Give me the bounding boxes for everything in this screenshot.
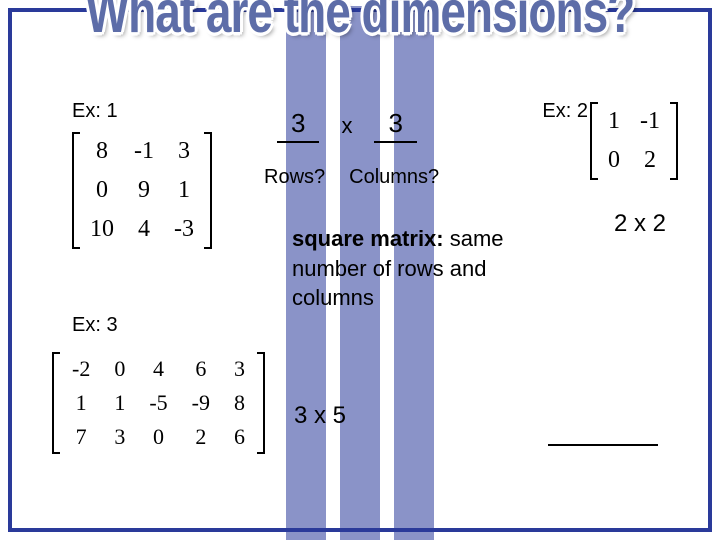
dimension-x: x [341,113,352,139]
matrix-cell: 0 [137,420,179,454]
matrix-cell: 6 [180,352,222,386]
title-text: What are the dimensions? [86,0,635,46]
rows-label: Rows? [264,166,325,189]
matrix-cell: 10 [80,210,124,249]
slide-frame: What are the dimensions? Ex: 1 Ex: 2 Ex:… [8,8,712,532]
matrix-cell: 0 [80,171,124,210]
matrix-cell: 1 [60,386,102,420]
slide-content: Ex: 1 Ex: 2 Ex: 3 8-13091104-3 1-102 -20… [12,12,708,528]
dimension-cols-value: 3 [374,108,416,143]
matrix-cell: -5 [137,386,179,420]
matrix-cell: 3 [164,132,204,171]
matrix-cell: 2 [180,420,222,454]
matrix-cell: -9 [180,386,222,420]
matrix-example-1: 8-13 091 104-3 [72,132,212,256]
rows-cols-labels: Rows? Columns? [264,166,439,189]
matrix-cell: 3 [102,420,137,454]
matrix-cell: -1 [630,102,670,141]
example-2-label: Ex: 2 [542,100,588,123]
matrix-cell: 4 [137,352,179,386]
matrix-example-3: -2046311-5-9873026 [52,352,265,459]
matrix-cell: 6 [222,420,257,454]
example-1-label: Ex: 1 [72,100,118,123]
example-3-label: Ex: 3 [72,314,118,337]
matrix-cell: 8 [80,132,124,171]
dimension-row: 3 x 3 [277,108,417,143]
matrix-cell: 0 [598,141,630,180]
matrix-cell: 3 [222,352,257,386]
matrix-example-2: 1-102 [590,102,678,187]
matrix-cell: -1 [124,132,164,171]
matrix-cell: 1 [598,102,630,141]
matrix-cell: 8 [222,386,257,420]
matrix-cell: -2 [60,352,102,386]
square-matrix-definition: square matrix: same number of rows and c… [292,224,542,313]
square-matrix-term: square matrix: [292,226,444,251]
matrix-cell: 0 [102,352,137,386]
matrix-cell: 9 [124,171,164,210]
cols-label: Columns? [349,166,439,189]
matrix-cell: 7 [60,420,102,454]
matrix-cell: 4 [124,210,164,249]
matrix-cell: -3 [164,210,204,249]
example-3-blank-line [548,444,658,446]
matrix-cell: 2 [630,141,670,180]
example-3-answer: 3 x 5 [294,402,346,430]
example-2-answer: 2 x 2 [614,210,666,238]
matrix-cell: 1 [164,171,204,210]
dimension-rows-value: 3 [277,108,319,143]
slide-title: What are the dimensions? [12,0,708,38]
matrix-cell: 1 [102,386,137,420]
